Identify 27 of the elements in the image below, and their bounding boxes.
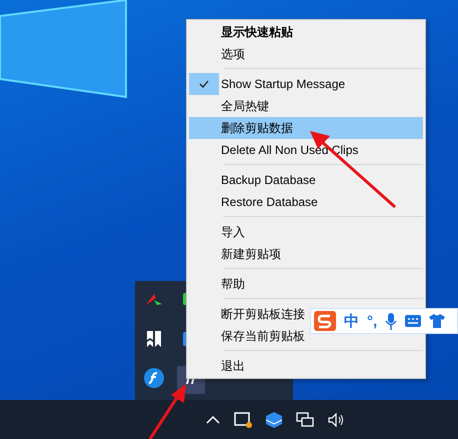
keyboard-icon[interactable] <box>405 315 422 327</box>
screen-icon[interactable] <box>234 412 252 428</box>
flash-icon[interactable] <box>144 368 164 388</box>
input-mode-toggle[interactable]: 中 <box>344 312 359 330</box>
menu-item[interactable]: 删除剪贴数据 <box>189 117 423 139</box>
speaker-icon[interactable] <box>328 412 344 426</box>
menu-item[interactable]: 显示快速粘贴 <box>189 21 423 43</box>
menu-item[interactable]: Restore Database <box>189 191 423 213</box>
bookmark-icon[interactable] <box>147 331 161 347</box>
arrows-icon[interactable] <box>145 292 163 306</box>
menu-item[interactable]: Backup Database <box>189 169 423 191</box>
menu-item[interactable]: 全局热键 <box>189 95 423 117</box>
menu-item[interactable]: 帮助 <box>189 273 423 295</box>
menu-item[interactable]: 导入 <box>189 221 423 243</box>
checkmark-icon <box>199 80 209 88</box>
cube-icon[interactable] <box>266 412 282 428</box>
chevron-up-icon[interactable] <box>206 416 220 424</box>
menu-item[interactable]: 新建剪贴项 <box>189 243 423 265</box>
menu-item[interactable]: 选项 <box>189 43 423 65</box>
menu-item[interactable]: 退出 <box>189 355 423 377</box>
shirt-icon[interactable] <box>429 314 446 328</box>
ime-logo-icon[interactable] <box>314 311 336 331</box>
network-icon[interactable] <box>296 412 314 428</box>
menu-item[interactable]: Show Startup Message <box>189 73 423 95</box>
annotation-arrow <box>148 384 186 439</box>
microphone-icon[interactable] <box>385 312 398 330</box>
punctuation-toggle[interactable]: °, <box>367 312 378 330</box>
